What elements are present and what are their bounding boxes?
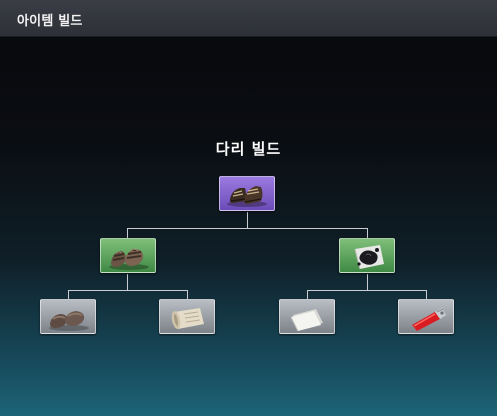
stained-cloth-icon: [354, 245, 384, 270]
item-slot-right-child-2[interactable]: [398, 299, 454, 334]
connector-left-horizontal: [68, 290, 188, 291]
connector-right-sub-down: [367, 274, 368, 291]
connector-top-horizontal: [127, 228, 368, 229]
boots-icon: [227, 186, 267, 207]
item-slot-left[interactable]: [100, 238, 156, 273]
item-slot-left-child-1[interactable]: [40, 299, 96, 334]
item-slot-left-child-2[interactable]: [159, 299, 215, 334]
connector-left-child2-down: [187, 290, 188, 299]
title-bar: 아이템 빌드: [0, 0, 497, 37]
connector-right-down: [367, 228, 368, 238]
scroll-icon: [171, 308, 204, 329]
connector-left-down: [127, 228, 128, 238]
connector-right-horizontal: [307, 290, 427, 291]
connector-left-sub-down: [127, 274, 128, 291]
item-slot-root[interactable]: [219, 176, 275, 211]
sandals-icon: [109, 248, 149, 270]
item-build-window: 아이템 빌드 다리 빌드: [0, 0, 497, 416]
connector-root-down: [247, 212, 248, 229]
lighter-icon: [412, 308, 446, 331]
connector-left-child1-down: [68, 290, 69, 299]
build-name: 다리 빌드: [215, 140, 282, 158]
window-title: 아이템 빌드: [17, 14, 83, 29]
item-slot-right[interactable]: [339, 238, 395, 273]
item-slot-right-child-1[interactable]: [279, 299, 335, 334]
paper-icon: [290, 309, 323, 332]
connector-right-child2-down: [426, 290, 427, 299]
slippers-icon: [49, 311, 89, 331]
connector-right-child1-down: [307, 290, 308, 299]
